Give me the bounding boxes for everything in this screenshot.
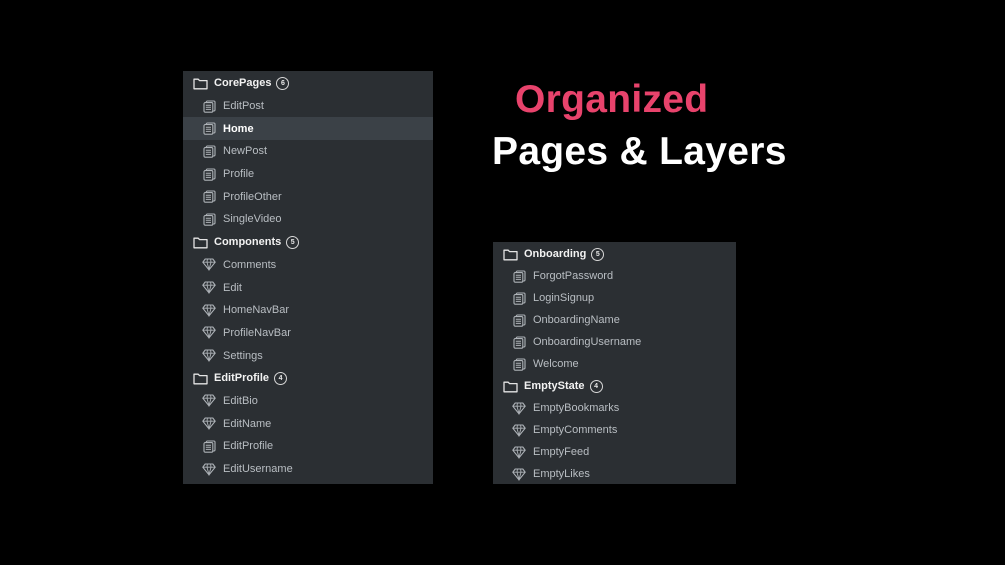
- layer-row[interactable]: Welcome: [493, 353, 736, 375]
- layer-row[interactable]: Settings: [183, 344, 433, 367]
- layer-label: ProfileOther: [223, 190, 282, 203]
- layer-row[interactable]: EditPost: [183, 95, 433, 118]
- layer-label: Home: [223, 122, 254, 135]
- layer-row[interactable]: ProfileOther: [183, 185, 433, 208]
- layer-row[interactable]: Comments: [183, 254, 433, 277]
- page-icon: [511, 268, 527, 284]
- folder-label: EditProfile: [214, 372, 270, 385]
- component-icon: [201, 393, 217, 409]
- page-icon: [201, 98, 217, 114]
- folder-row[interactable]: EmptyState 4: [493, 375, 736, 397]
- count-badge: 5: [591, 247, 605, 261]
- layer-label: EditBio: [223, 394, 258, 407]
- component-icon: [511, 466, 527, 482]
- layer-label: EditProfile: [223, 440, 274, 453]
- component-icon: [511, 444, 527, 460]
- count-badge: 4: [589, 379, 603, 393]
- component-icon: [201, 416, 217, 432]
- layer-label: EmptyComments: [533, 424, 618, 436]
- layer-row-selected[interactable]: Home: [183, 117, 433, 141]
- layer-row[interactable]: EmptyComments: [493, 419, 736, 441]
- component-icon: [201, 280, 217, 296]
- layer-label: Welcome: [533, 358, 579, 370]
- layer-label: Profile: [223, 168, 255, 181]
- count-badge: 5: [286, 235, 300, 249]
- layer-row[interactable]: NewPost: [183, 140, 433, 163]
- page-icon: [201, 121, 217, 137]
- folder-row[interactable]: CorePages 6: [183, 72, 433, 95]
- headline-accent: Organized: [515, 78, 709, 121]
- layer-label: Comments: [223, 258, 277, 271]
- page-icon: [511, 334, 527, 350]
- count-badge: 6: [276, 76, 290, 90]
- layer-label: EditUsername: [223, 463, 293, 476]
- layer-row[interactable]: OnboardingName: [493, 309, 736, 331]
- layer-row[interactable]: EditUsername: [183, 458, 433, 481]
- layer-row[interactable]: Profile: [183, 163, 433, 186]
- layer-row[interactable]: OnboardingUsername: [493, 331, 736, 353]
- page-icon: [201, 143, 217, 159]
- folder-row[interactable]: Onboarding 5: [493, 243, 736, 265]
- layer-label: Settings: [223, 349, 263, 362]
- folder-icon: [502, 246, 518, 262]
- page-icon: [201, 211, 217, 227]
- folder-row[interactable]: EditProfile 4: [183, 367, 433, 390]
- layer-row[interactable]: EmptyFeed: [493, 441, 736, 463]
- folder-label: Components: [214, 236, 282, 249]
- layers-panel-right: Onboarding 5 ForgotPassword LoginSignup Onbo…: [493, 242, 736, 484]
- layer-row[interactable]: EmptyLikes: [493, 463, 736, 485]
- layer-row[interactable]: EmptyBookmarks: [493, 397, 736, 419]
- layer-row[interactable]: SingleVideo: [183, 208, 433, 231]
- component-icon: [201, 302, 217, 318]
- page-icon: [511, 356, 527, 372]
- layer-label: ProfileNavBar: [223, 326, 291, 339]
- count-badge: 4: [274, 371, 288, 385]
- layer-row[interactable]: LoginSignup: [493, 287, 736, 309]
- layer-label: LoginSignup: [533, 292, 595, 304]
- layer-label: EmptyBookmarks: [533, 402, 620, 414]
- layer-row[interactable]: EditProfile: [183, 435, 433, 458]
- layer-label: Edit: [223, 281, 242, 294]
- layer-label: EditName: [223, 417, 272, 430]
- layer-label: NewPost: [223, 145, 268, 158]
- page-icon: [511, 290, 527, 306]
- page-icon: [201, 166, 217, 182]
- layer-label: EditPost: [223, 100, 264, 113]
- layer-row[interactable]: ProfileNavBar: [183, 322, 433, 345]
- layer-label: EmptyFeed: [533, 446, 590, 458]
- folder-icon: [192, 75, 208, 91]
- folder-icon: [502, 378, 518, 394]
- folder-label: EmptyState: [524, 380, 585, 392]
- layer-row[interactable]: EditBio: [183, 390, 433, 413]
- layer-row[interactable]: ForgotPassword: [493, 265, 736, 287]
- component-icon: [201, 461, 217, 477]
- layer-row[interactable]: Edit: [183, 276, 433, 299]
- layer-label: OnboardingUsername: [533, 336, 642, 348]
- layer-label: HomeNavBar: [223, 304, 290, 317]
- page-icon: [201, 189, 217, 205]
- folder-label: Onboarding: [524, 248, 587, 260]
- layer-row[interactable]: HomeNavBar: [183, 299, 433, 322]
- component-icon: [201, 257, 217, 273]
- layer-label: ForgotPassword: [533, 270, 614, 282]
- layer-row[interactable]: EditName: [183, 412, 433, 435]
- folder-row[interactable]: Components 5: [183, 231, 433, 254]
- component-icon: [201, 348, 217, 364]
- folder-icon: [192, 370, 208, 386]
- layers-panel-left: CorePages 6 EditPost Home NewPost Profile Prof…: [183, 71, 433, 484]
- folder-label: CorePages: [214, 77, 272, 90]
- layer-label: OnboardingName: [533, 314, 620, 326]
- folder-icon: [192, 234, 208, 250]
- layer-label: EmptyLikes: [533, 468, 590, 480]
- page-icon: [201, 438, 217, 454]
- component-icon: [201, 325, 217, 341]
- component-icon: [511, 400, 527, 416]
- component-icon: [511, 422, 527, 438]
- headline-main: Pages & Layers: [492, 130, 787, 173]
- layer-label: SingleVideo: [223, 213, 282, 226]
- page-icon: [511, 312, 527, 328]
